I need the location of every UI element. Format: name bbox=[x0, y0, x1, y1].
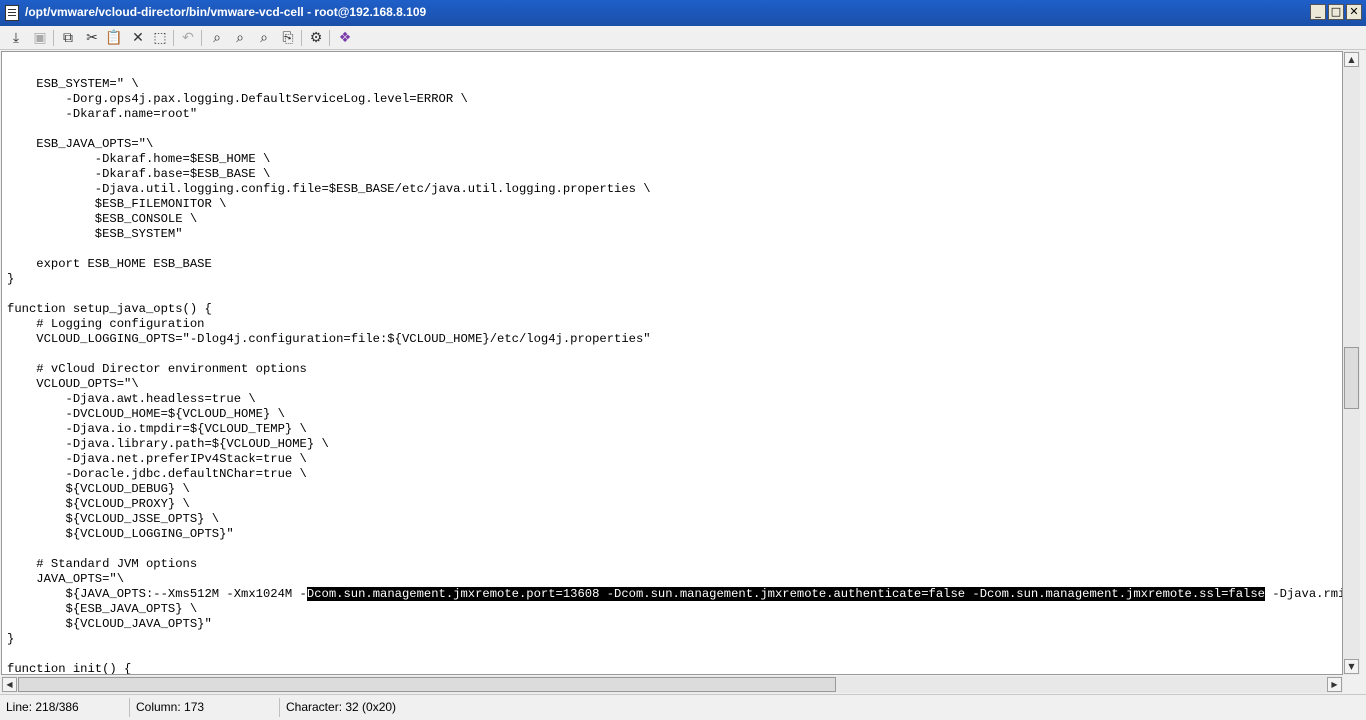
status-bar: Line: 218/386 Column: 173 Character: 32 … bbox=[0, 694, 1366, 720]
toolbar-separator bbox=[301, 30, 302, 46]
toolbar-separator bbox=[329, 30, 330, 46]
code-line: # Logging configuration bbox=[7, 317, 205, 331]
status-character: Character: 32 (0x20) bbox=[286, 700, 397, 714]
code-line: -Djava.library.path=${VCLOUD_HOME} \ bbox=[7, 437, 329, 451]
minimize-button[interactable]: _ bbox=[1310, 4, 1326, 20]
code-line: -Dorg.ops4j.pax.logging.DefaultServiceLo… bbox=[7, 92, 468, 106]
toolbar-separator bbox=[173, 30, 174, 46]
scroll-down-button[interactable]: ▼ bbox=[1344, 659, 1359, 674]
vertical-scroll-thumb[interactable] bbox=[1344, 347, 1359, 409]
settings-icon[interactable]: ⚙ bbox=[306, 28, 326, 48]
toolbar-separator bbox=[53, 30, 54, 46]
code-line: -Dkaraf.name=root" bbox=[7, 107, 198, 121]
code-line: ${VCLOUD_LOGGING_OPTS}" bbox=[7, 527, 234, 541]
scrollbar-corner bbox=[1343, 676, 1360, 693]
find-icon[interactable]: ⌕ bbox=[207, 28, 227, 48]
replace-icon[interactable]: ⌕ bbox=[254, 28, 274, 48]
save-icon[interactable]: ▣ bbox=[30, 28, 50, 48]
help-icon[interactable]: ❖ bbox=[335, 28, 355, 48]
paste-icon[interactable]: 📋 bbox=[104, 28, 124, 48]
code-line: # vCloud Director environment options bbox=[7, 362, 307, 376]
maximize-button[interactable]: □ bbox=[1328, 4, 1344, 20]
code-line: -Dkaraf.home=$ESB_HOME \ bbox=[7, 152, 271, 166]
goto-icon[interactable]: ⎘ bbox=[278, 28, 298, 48]
selected-text: Dcom.sun.management.jmxremote.port=13608… bbox=[306, 587, 1265, 601]
scroll-left-button[interactable]: ◀ bbox=[2, 677, 17, 692]
download-icon[interactable]: ⤓ bbox=[6, 28, 26, 48]
window-controls: _ □ ✕ bbox=[1310, 4, 1362, 20]
code-line: $ESB_FILEMONITOR \ bbox=[7, 197, 227, 211]
code-line: ${VCLOUD_PROXY} \ bbox=[7, 497, 190, 511]
vertical-scrollbar[interactable]: ▲ ▼ bbox=[1343, 51, 1360, 675]
code-line: $ESB_CONSOLE \ bbox=[7, 212, 198, 226]
code-line: function init() { bbox=[7, 662, 132, 675]
find-next-icon[interactable]: ⌕ bbox=[230, 28, 250, 48]
code-line: JAVA_OPTS="\ bbox=[7, 572, 125, 586]
window-title: /opt/vmware/vcloud-director/bin/vmware-v… bbox=[25, 5, 427, 19]
code-line: function setup_java_opts() { bbox=[7, 302, 212, 316]
code-line: } bbox=[7, 272, 15, 286]
code-line: ${VCLOUD_JSSE_OPTS} \ bbox=[7, 512, 220, 526]
code-line: ESB_SYSTEM=" \ bbox=[7, 77, 139, 91]
code-line: -Doracle.jdbc.defaultNChar=true \ bbox=[7, 467, 307, 481]
code-line: -Dkaraf.base=$ESB_BASE \ bbox=[7, 167, 271, 181]
code-line: ESB_JAVA_OPTS="\ bbox=[7, 137, 154, 151]
code-line: # Standard JVM options bbox=[7, 557, 198, 571]
status-column: Column: 173 bbox=[130, 698, 280, 717]
horizontal-scroll-thumb[interactable] bbox=[18, 677, 836, 692]
code-line: VCLOUD_OPTS="\ bbox=[7, 377, 139, 391]
code-line: ${JAVA_OPTS:--Xms512M -Xmx1024M -Dcom.su… bbox=[7, 587, 1343, 601]
select-all-icon[interactable]: ⬚ bbox=[150, 28, 170, 48]
undo-icon[interactable]: ↶ bbox=[178, 28, 198, 48]
cut-icon[interactable]: ✂ bbox=[82, 28, 102, 48]
code-line: ${ESB_JAVA_OPTS} \ bbox=[7, 602, 198, 616]
horizontal-scrollbar[interactable]: ◀ ▶ bbox=[1, 676, 1343, 693]
document-icon bbox=[5, 5, 19, 21]
code-line: -Djava.util.logging.config.file=$ESB_BAS… bbox=[7, 182, 651, 196]
code-line: $ESB_SYSTEM" bbox=[7, 227, 183, 241]
code-line: export ESB_HOME ESB_BASE bbox=[7, 257, 212, 271]
delete-icon[interactable]: ✕ bbox=[128, 28, 148, 48]
code-line: VCLOUD_LOGGING_OPTS="-Dlog4j.configurati… bbox=[7, 332, 651, 346]
code-line: -Djava.io.tmpdir=${VCLOUD_TEMP} \ bbox=[7, 422, 307, 436]
code-line: ${VCLOUD_JAVA_OPTS}" bbox=[7, 617, 212, 631]
code-line: -Djava.awt.headless=true \ bbox=[7, 392, 256, 406]
toolbar: ⤓ ▣ ⧉ ✂ 📋 ✕ ⬚ ↶ ⌕ ⌕ ⌕ ⎘ ⚙ ❖ bbox=[0, 26, 1366, 50]
title-bar: /opt/vmware/vcloud-director/bin/vmware-v… bbox=[0, 0, 1366, 26]
scroll-up-button[interactable]: ▲ bbox=[1344, 52, 1359, 67]
code-line: ${VCLOUD_DEBUG} \ bbox=[7, 482, 190, 496]
toolbar-separator bbox=[201, 30, 202, 46]
status-line: Line: 218/386 bbox=[0, 698, 130, 717]
copy-icon[interactable]: ⧉ bbox=[58, 28, 78, 48]
code-line: -Djava.net.preferIPv4Stack=true \ bbox=[7, 452, 307, 466]
code-line: } bbox=[7, 632, 15, 646]
close-button[interactable]: ✕ bbox=[1346, 4, 1362, 20]
code-editor[interactable]: ESB_SYSTEM=" \ -Dorg.ops4j.pax.logging.D… bbox=[1, 51, 1343, 675]
scroll-right-button[interactable]: ▶ bbox=[1327, 677, 1342, 692]
code-line: -DVCLOUD_HOME=${VCLOUD_HOME} \ bbox=[7, 407, 285, 421]
